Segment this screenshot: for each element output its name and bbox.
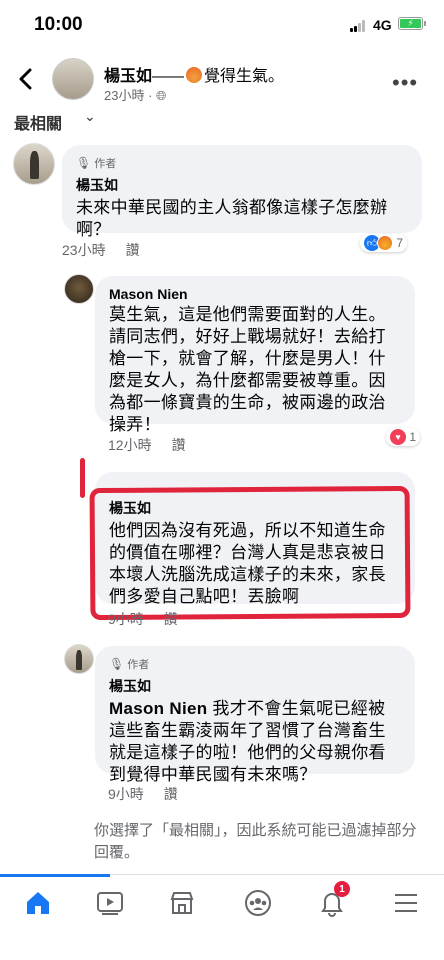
- filter-notice: 你選擇了「最相關」，因此系統可能已過濾掉部分回覆。: [94, 822, 417, 861]
- groups-icon: [245, 890, 271, 916]
- microphone-icon: 🎙︎: [76, 156, 92, 170]
- nav-menu[interactable]: [384, 885, 428, 921]
- hamburger-menu-icon: [395, 894, 417, 912]
- avatar[interactable]: [13, 143, 55, 185]
- like-link[interactable]: 讚: [164, 786, 178, 802]
- red-annotation-stroke: [80, 458, 85, 498]
- feeling-text: 覺得生氣。: [204, 68, 285, 85]
- angry-reaction-icon: [377, 235, 393, 251]
- comment-bubble: Mason Nien 莫生氣，這是他們需要面對的人生。請同志們，好好上戰場就好！…: [95, 276, 415, 434]
- avatar[interactable]: [64, 274, 94, 304]
- nav-watch[interactable]: [88, 885, 132, 921]
- comment-meta: 9小時 讚: [108, 609, 198, 629]
- comment-time: 12小時: [108, 437, 152, 453]
- avatar[interactable]: [64, 644, 94, 674]
- nav-notifications[interactable]: 1: [310, 881, 354, 921]
- comment-author[interactable]: 楊玉如: [76, 175, 408, 195]
- reaction-summary[interactable]: 👍︎ 7: [360, 234, 408, 252]
- notification-badge: 1: [334, 881, 350, 897]
- feeling-dash: ——: [152, 68, 185, 85]
- more-options-icon[interactable]: •••: [392, 70, 418, 96]
- nav-marketplace[interactable]: [160, 885, 204, 921]
- post-timestamp: 23小時 · 🌐︎: [104, 88, 167, 103]
- post-author-line: 楊玉如—— 覺得生氣。: [104, 62, 284, 86]
- like-link[interactable]: 讚: [126, 242, 140, 258]
- home-icon: [27, 892, 49, 914]
- comment-time: 9小時: [108, 786, 144, 802]
- active-tab-indicator: [0, 874, 110, 877]
- comment-meta: 12小時 讚: [108, 435, 206, 455]
- red-highlight-box: [89, 485, 411, 621]
- comment-bubble: 🎙︎ 作者 楊玉如 未來中華民國的主人翁都像這樣子怎麼辦啊？: [62, 145, 422, 239]
- network-label: 4G: [373, 17, 392, 33]
- comment-text: 未來中華民國的主人翁都像這樣子怎麼辦啊？: [76, 198, 388, 239]
- comment-author[interactable]: 楊玉如: [109, 676, 401, 696]
- signal-icon: [350, 20, 368, 32]
- bottom-nav: 1: [0, 874, 444, 960]
- status-time: 10:00: [34, 14, 83, 35]
- comment-time: 23小時: [62, 242, 106, 258]
- author-badge: 🎙︎ 作者: [109, 657, 150, 671]
- nav-home[interactable]: [16, 885, 60, 921]
- comment-time: 9小時: [108, 611, 144, 627]
- comment-text: 莫生氣，這是他們需要面對的人生。請同志們，好好上戰場就好！去給打槍一下，就會了解…: [109, 305, 386, 434]
- like-link[interactable]: 讚: [164, 611, 178, 627]
- mention-link[interactable]: Mason Nien: [109, 699, 207, 718]
- chevron-down-icon[interactable]: ⌄: [84, 108, 96, 125]
- comment-text: Mason Nien 我才不會生氣呢已經被這些畜生霸淩兩年了習慣了台灣畜生就是這…: [109, 699, 386, 784]
- sort-selector[interactable]: 最相關: [14, 110, 62, 134]
- reaction-count: 7: [396, 236, 404, 250]
- back-arrow-icon[interactable]: [16, 68, 36, 90]
- comment-meta: 23小時 讚: [62, 240, 160, 260]
- post-author-name[interactable]: 楊玉如: [104, 68, 152, 85]
- reaction-summary[interactable]: ♥ 1: [386, 428, 421, 446]
- reaction-count: 1: [409, 430, 417, 444]
- marketplace-icon: [170, 892, 194, 914]
- angry-emoji-icon: [186, 67, 203, 83]
- microphone-icon: 🎙︎: [109, 657, 125, 671]
- author-badge: 🎙︎ 作者: [76, 156, 117, 170]
- avatar[interactable]: [52, 58, 94, 100]
- battery-icon: ⚡: [398, 17, 426, 30]
- comment-author[interactable]: Mason Nien: [109, 286, 401, 302]
- heart-reaction-icon: ♥: [390, 429, 406, 445]
- comment-meta: 9小時 讚: [108, 784, 198, 804]
- nav-groups[interactable]: [236, 885, 280, 921]
- like-link[interactable]: 讚: [172, 437, 186, 453]
- globe-icon: 🌐︎: [156, 88, 167, 103]
- post-header: 楊玉如—— 覺得生氣。 23小時 · 🌐︎ •••: [0, 46, 444, 110]
- video-icon: [97, 892, 123, 915]
- status-bar: 10:00 4G ⚡: [0, 0, 444, 46]
- comment-bubble: 🎙︎ 作者 楊玉如 Mason Nien 我才不會生氣呢已經被這些畜生霸淩兩年了習…: [95, 646, 415, 784]
